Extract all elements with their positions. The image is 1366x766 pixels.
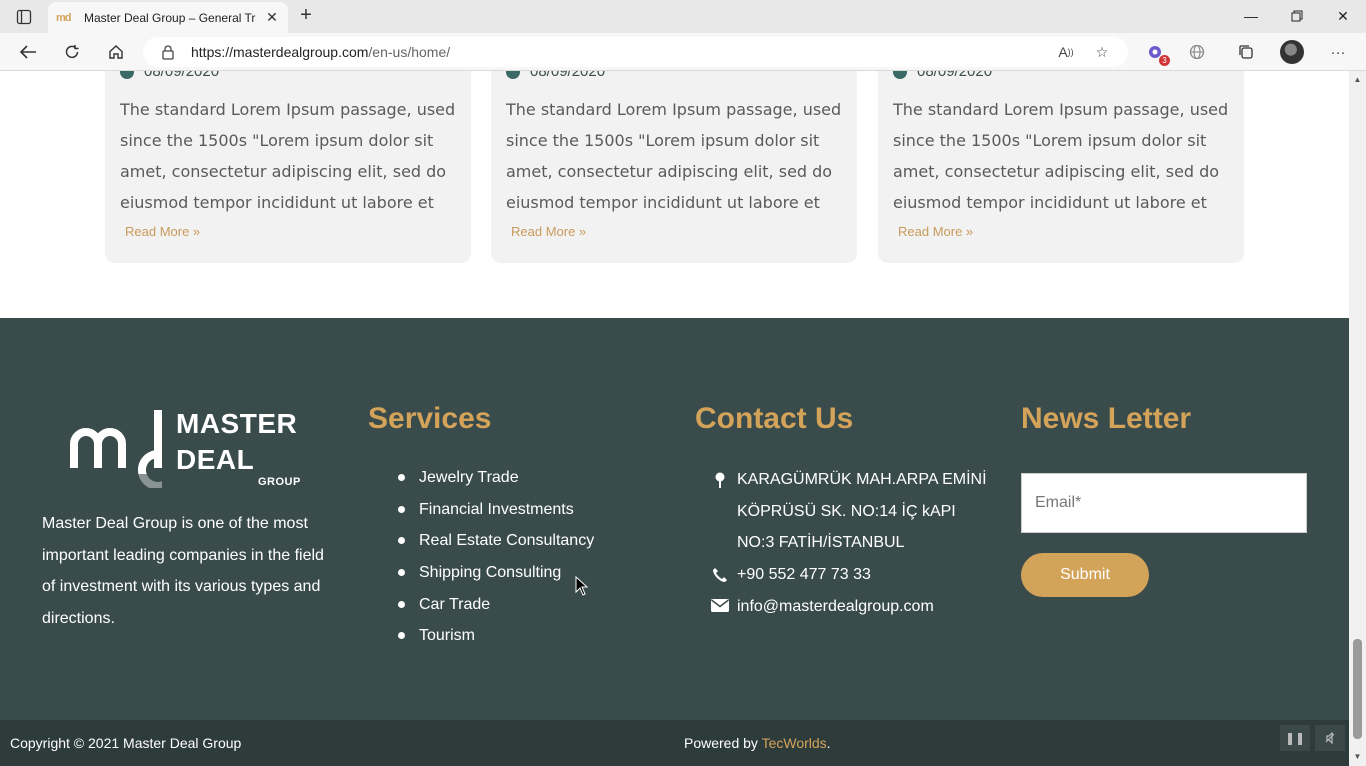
address-text: KARAGÜMRÜK MAH.ARPA EMİNİ KÖPRÜSÜ SK. NO…	[737, 471, 987, 552]
powered-by-label: Powered by	[684, 735, 762, 751]
service-item[interactable]: Financial Investments	[398, 496, 594, 528]
tecworlds-link[interactable]: TecWorlds	[762, 735, 827, 751]
scroll-up-icon[interactable]: ▲	[1349, 73, 1366, 87]
clock-icon	[893, 71, 907, 79]
contact-heading: Contact Us	[695, 402, 854, 435]
read-more-link[interactable]: Read More »	[511, 224, 586, 239]
logo-line-group: GROUP	[258, 476, 301, 488]
read-aloud-icon[interactable]: A))	[1054, 40, 1078, 64]
post-date: 08/09/2020	[120, 71, 219, 80]
logo-line-deal: DEAL	[176, 444, 255, 475]
tab-bar: md Master Deal Group – General Tra ✕ + —…	[0, 0, 1366, 33]
post-excerpt: The standard Lorem Ipsum passage, used s…	[506, 100, 842, 212]
post-date: 08/09/2020	[506, 71, 605, 80]
post-date-text: 08/09/2020	[144, 71, 220, 80]
powered-by-suffix: .	[826, 735, 831, 751]
mouse-cursor-icon	[575, 576, 589, 596]
url-text: https://masterdealgroup.com/en-us/home/	[191, 44, 451, 60]
back-icon[interactable]	[13, 37, 43, 67]
copyright-bar: Copyright © 2021 Master Deal Group Power…	[0, 720, 1349, 766]
newsletter-email-input[interactable]: Email*	[1021, 473, 1307, 533]
envelope-icon	[710, 591, 730, 623]
minimize-icon[interactable]: —	[1228, 0, 1274, 32]
site-footer: MASTER DEAL GROUP Master Deal Group is o…	[0, 318, 1349, 720]
tab-actions-icon[interactable]	[8, 6, 40, 28]
service-item[interactable]: Real Estate Consultancy	[398, 527, 594, 559]
email-text: info@masterdealgroup.com	[737, 598, 934, 615]
post-excerpt: The standard Lorem Ipsum passage, used s…	[120, 100, 456, 212]
copyright-text: Copyright © 2021 Master Deal Group	[10, 735, 242, 751]
powered-by: Powered by TecWorlds.	[684, 735, 831, 751]
phone-icon	[710, 559, 730, 591]
restore-icon[interactable]	[1274, 0, 1320, 32]
favorite-icon[interactable]: ☆	[1090, 40, 1114, 64]
lock-icon[interactable]	[161, 44, 175, 60]
map-pin-icon	[710, 464, 730, 559]
address-bar: https://masterdealgroup.com/en-us/home/ …	[0, 33, 1366, 71]
blog-card: 08/09/2020 The standard Lorem Ipsum pass…	[491, 71, 857, 263]
mute-icon[interactable]	[1315, 725, 1345, 751]
clock-icon	[120, 71, 134, 79]
scroll-down-icon[interactable]: ▼	[1349, 750, 1366, 764]
active-tab[interactable]: md Master Deal Group – General Tra ✕	[48, 2, 288, 33]
home-icon[interactable]	[101, 37, 131, 67]
blog-card: 08/09/2020 The standard Lorem Ipsum pass…	[878, 71, 1244, 263]
scroll-thumb[interactable]	[1353, 639, 1362, 739]
post-date: 08/09/2020	[893, 71, 992, 80]
page-viewport: 08/09/2020 The standard Lorem Ipsum pass…	[0, 71, 1349, 766]
refresh-icon[interactable]	[57, 37, 87, 67]
service-item[interactable]: Tourism	[398, 622, 594, 654]
site-favicon-icon: md	[56, 11, 72, 24]
post-excerpt: The standard Lorem Ipsum passage, used s…	[893, 100, 1229, 212]
services-heading: Services	[368, 402, 492, 435]
url-field[interactable]: https://masterdealgroup.com/en-us/home/	[143, 37, 1128, 67]
service-item[interactable]: Jewelry Trade	[398, 464, 594, 496]
more-options-icon[interactable]: ···	[1325, 40, 1351, 64]
phone-text: +90 552 477 73 33	[737, 566, 871, 583]
tab-title: Master Deal Group – General Tra	[84, 10, 256, 25]
newsletter-submit-button[interactable]: Submit	[1021, 553, 1149, 597]
close-window-icon[interactable]: ✕	[1320, 0, 1366, 32]
tab-close-icon[interactable]: ✕	[264, 9, 280, 26]
pause-icon[interactable]: ❚❚	[1280, 725, 1310, 751]
service-item[interactable]: Car Trade	[398, 591, 594, 623]
collections-icon[interactable]	[1233, 40, 1259, 64]
contact-email[interactable]: info@masterdealgroup.com	[710, 591, 997, 623]
newsletter-heading: News Letter	[1021, 402, 1192, 435]
page-scrollbar[interactable]: ▲ ▼	[1349, 71, 1366, 766]
md-logo-icon	[70, 410, 162, 488]
new-tab-icon[interactable]: +	[295, 4, 317, 28]
read-more-link[interactable]: Read More »	[125, 224, 200, 239]
contact-phone[interactable]: +90 552 477 73 33	[710, 559, 997, 591]
footer-logo[interactable]: MASTER DEAL GROUP	[70, 408, 300, 488]
about-text: Master Deal Group is one of the most imp…	[42, 515, 324, 627]
extension-icon[interactable]: 3	[1142, 40, 1170, 66]
blog-card: 08/09/2020 The standard Lorem Ipsum pass…	[105, 71, 471, 263]
post-date-text: 08/09/2020	[530, 71, 606, 80]
service-item[interactable]: Shipping Consulting	[398, 559, 594, 591]
contact-address: KARAGÜMRÜK MAH.ARPA EMİNİ KÖPRÜSÜ SK. NO…	[710, 464, 997, 559]
extension-badge: 3	[1159, 55, 1170, 66]
profile-avatar[interactable]	[1280, 40, 1304, 64]
clock-icon	[506, 71, 520, 79]
logo-line-master: MASTER	[176, 408, 298, 439]
post-date-text: 08/09/2020	[917, 71, 993, 80]
services-list: Jewelry Trade Financial Investments Real…	[398, 464, 594, 654]
read-more-link[interactable]: Read More »	[898, 224, 973, 239]
globe-icon[interactable]	[1184, 40, 1210, 64]
